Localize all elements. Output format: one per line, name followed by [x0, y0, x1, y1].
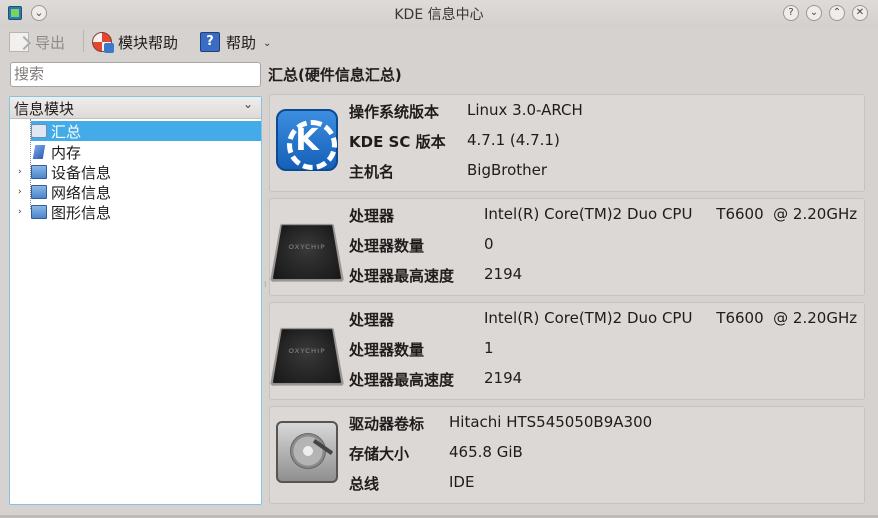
help-label: 帮助: [226, 33, 257, 52]
info-value: 2194: [484, 265, 523, 283]
tree-item-label: 设备信息: [51, 163, 112, 182]
info-key: 处理器: [349, 207, 395, 225]
info-key: 处理器最高速度: [349, 371, 455, 389]
toolbar: 导出 模块帮助 ? 帮助: [0, 27, 878, 57]
info-key: 处理器数量: [349, 237, 425, 255]
tree-item-label: 汇总: [51, 122, 82, 141]
info-value: 1: [484, 339, 494, 357]
cpu-chip-icon: [269, 223, 345, 282]
search-input[interactable]: [14, 65, 257, 83]
module-tree[interactable]: 信息模块 ⌄ 汇总 内存 › 设备信息 › 网络信息 › 图形信息: [9, 96, 262, 505]
info-value: 465.8 GiB: [449, 443, 523, 461]
info-value: 0: [484, 235, 494, 253]
folder-icon: [31, 165, 47, 179]
info-value: Hitachi HTS545050B9A300: [449, 413, 653, 431]
info-key: 操作系统版本: [349, 103, 440, 121]
info-key: KDE SC 版本: [349, 133, 446, 151]
info-value: BigBrother: [467, 161, 548, 179]
info-key: 驱动器卷标: [349, 415, 425, 433]
title-bar: ⌄ KDE 信息中心 ? ⌄ ⌃ ✕: [0, 0, 878, 27]
info-value: IDE: [449, 473, 475, 491]
tree-header-label: 信息模块: [14, 100, 75, 118]
help-menu-button[interactable]: ? 帮助: [200, 30, 256, 54]
module-help-label: 模块帮助: [118, 33, 179, 52]
info-row: 存储大小 465.8 GiB: [349, 443, 523, 464]
cpu-info-panel: 处理器 Intel(R) Core(TM)2 Duo CPU T6600 @ 2…: [269, 302, 865, 400]
help-book-icon: ?: [200, 32, 220, 52]
info-value: 4.7.1 (4.7.1): [467, 131, 560, 149]
info-key: 处理器数量: [349, 341, 425, 359]
tree-item-device-info[interactable]: 设备信息: [31, 162, 111, 182]
tree-item-memory[interactable]: 内存: [31, 142, 81, 162]
info-value: Intel(R) Core(TM)2 Duo CPU T6600 @ 2.20G…: [484, 309, 858, 327]
info-value: 2194: [484, 369, 523, 387]
folder-icon: [31, 185, 47, 199]
tree-item-label: 网络信息: [51, 183, 112, 202]
export-button[interactable]: 导出: [9, 30, 65, 54]
tree-item-summary[interactable]: 汇总: [31, 121, 261, 141]
info-row: 处理器 Intel(R) Core(TM)2 Duo CPU T6600 @ 2…: [349, 309, 857, 330]
summary-icon: [31, 124, 47, 138]
info-row: KDE SC 版本 4.7.1 (4.7.1): [349, 131, 560, 152]
info-key: 处理器: [349, 311, 395, 329]
minimize-button[interactable]: ⌄: [806, 5, 822, 21]
info-row: 驱动器卷标 Hitachi HTS545050B9A300: [349, 413, 652, 434]
tree-item-label: 内存: [51, 143, 82, 162]
info-row: 处理器数量 1: [349, 339, 494, 360]
cpu-chip-icon: [269, 327, 345, 386]
tree-item-network-info[interactable]: 网络信息: [31, 182, 111, 202]
info-row: 处理器 Intel(R) Core(TM)2 Duo CPU T6600 @ 2…: [349, 205, 857, 226]
expand-arrow-icon[interactable]: ›: [18, 207, 22, 217]
info-row: 处理器数量 0: [349, 235, 494, 256]
page-title: 汇总(硬件信息汇总): [268, 66, 402, 84]
toolbar-overflow-chevron-icon[interactable]: ⌄: [263, 38, 271, 49]
toolbar-separator: [83, 30, 84, 52]
help-window-button[interactable]: ?: [783, 5, 799, 21]
info-key: 主机名: [349, 163, 395, 181]
tree-item-graphics-info[interactable]: 图形信息: [31, 202, 111, 222]
search-field[interactable]: [10, 62, 261, 87]
close-button[interactable]: ✕: [852, 5, 868, 21]
cpu-info-panel: 处理器 Intel(R) Core(TM)2 Duo CPU T6600 @ 2…: [269, 198, 865, 296]
splitter-handle[interactable]: ⁝: [264, 280, 267, 289]
info-key: 存储大小: [349, 445, 410, 463]
os-info-panel: 操作系统版本 Linux 3.0-ARCH KDE SC 版本 4.7.1 (4…: [269, 94, 865, 192]
hard-disk-icon: [276, 421, 338, 483]
window-title: KDE 信息中心: [394, 7, 484, 23]
info-row: 总线 IDE: [349, 473, 474, 494]
info-row: 操作系统版本 Linux 3.0-ARCH: [349, 101, 583, 122]
maximize-button[interactable]: ⌃: [829, 5, 845, 21]
export-label: 导出: [35, 33, 66, 52]
info-row: 处理器最高速度 2194: [349, 369, 522, 390]
lifebuoy-help-icon: [92, 32, 114, 53]
info-row: 主机名 BigBrother: [349, 161, 547, 182]
folder-icon: [31, 205, 47, 219]
info-row: 处理器最高速度 2194: [349, 265, 522, 286]
info-key: 处理器最高速度: [349, 267, 455, 285]
tree-header[interactable]: 信息模块 ⌄: [10, 97, 261, 119]
expand-arrow-icon[interactable]: ›: [18, 187, 22, 197]
chevron-down-icon[interactable]: ⌄: [243, 97, 253, 111]
disk-info-panel: 驱动器卷标 Hitachi HTS545050B9A300 存储大小 465.8…: [269, 406, 865, 504]
export-icon: [9, 32, 29, 52]
info-key: 总线: [349, 475, 380, 493]
info-value: Intel(R) Core(TM)2 Duo CPU T6600 @ 2.20G…: [484, 205, 858, 223]
tree-item-label: 图形信息: [51, 203, 112, 222]
kde-logo-icon: [276, 109, 338, 171]
module-help-button[interactable]: 模块帮助: [92, 30, 178, 54]
info-value: Linux 3.0-ARCH: [467, 101, 583, 119]
expand-arrow-icon[interactable]: ›: [18, 167, 22, 177]
